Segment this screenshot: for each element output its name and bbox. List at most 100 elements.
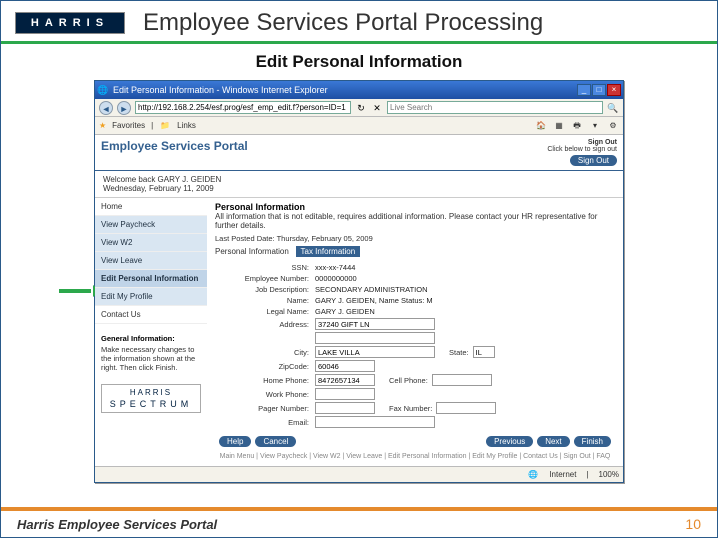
stop-icon[interactable]: ✕ (371, 102, 383, 114)
sidebar-item-w2[interactable]: View W2 (95, 234, 207, 252)
ie-window: 🌐 Edit Personal Information - Windows In… (94, 80, 624, 483)
sidebar-item-contact[interactable]: Contact Us (95, 306, 207, 324)
search-input[interactable] (387, 101, 603, 114)
slide-subtitle: Edit Personal Information (1, 52, 717, 72)
tab-tax-info[interactable]: Tax Information (296, 246, 361, 257)
sidebar: Home View Paycheck View W2 View Leave Ed… (95, 198, 207, 466)
signout-box: Sign Out Click below to sign out Sign Ou… (547, 139, 617, 166)
previous-button[interactable]: Previous (486, 436, 533, 447)
sidebar-item-home[interactable]: Home (95, 198, 207, 216)
value-name: GARY J. GEIDEN, Name Status: M (315, 296, 433, 305)
last-posted-value: Thursday, February 05, 2009 (277, 234, 373, 243)
slide-footer: Harris Employee Services Portal 10 (1, 507, 717, 537)
url-input[interactable] (135, 101, 351, 114)
harris-logo: HARRIS (15, 12, 125, 34)
feeds-icon[interactable]: ▦ (553, 120, 565, 132)
finish-button[interactable]: Finish (574, 436, 611, 447)
welcome-name: Welcome back GARY J. GEIDEN (103, 175, 615, 184)
label-legal-name: Legal Name: (215, 307, 315, 316)
value-legal-name: GARY J. GEIDEN (315, 307, 375, 316)
sidebar-item-edit-personal[interactable]: Edit Personal Information (95, 270, 207, 288)
label-city: City: (215, 348, 315, 357)
general-info-body: Make necessary changes to the informatio… (101, 345, 195, 372)
close-button[interactable]: × (607, 84, 621, 96)
slide-header: HARRIS Employee Services Portal Processi… (1, 1, 717, 44)
sidebar-item-edit-profile[interactable]: Edit My Profile (95, 288, 207, 306)
print-icon[interactable]: 🖶 (571, 120, 583, 132)
spectrum-logo: HARRIS SPECTRUM (101, 384, 201, 413)
input-cell-phone[interactable] (432, 374, 492, 386)
sidebar-item-paycheck[interactable]: View Paycheck (95, 216, 207, 234)
value-emp-num: 0000000000 (315, 274, 357, 283)
portal-title: Employee Services Portal (101, 139, 248, 153)
label-work-phone: Work Phone: (215, 390, 315, 399)
input-pager[interactable] (315, 402, 375, 414)
label-name: Name: (215, 296, 315, 305)
ie-toolbar: ★ Favorites | 📁 Links 🏠 ▦ 🖶 ▾ ⚙ (95, 117, 623, 135)
internet-zone-icon: 🌐 (527, 469, 539, 481)
label-ssn: SSN: (215, 263, 315, 272)
sidebar-item-leave[interactable]: View Leave (95, 252, 207, 270)
page-menu-icon[interactable]: ▾ (589, 120, 601, 132)
ie-content: Employee Services Portal Sign Out Click … (95, 135, 623, 466)
last-posted-label: Last Posted Date: (215, 234, 275, 243)
value-job-desc: SECONDARY ADMINISTRATION (315, 285, 428, 294)
input-email[interactable] (315, 416, 435, 428)
slide-title: Employee Services Portal Processing (143, 9, 543, 37)
input-home-phone[interactable] (315, 374, 375, 386)
home-icon[interactable]: 🏠 (535, 120, 547, 132)
signout-hint: Click below to sign out (547, 146, 617, 153)
input-work-phone[interactable] (315, 388, 375, 400)
maximize-button[interactable]: □ (592, 84, 606, 96)
label-email: Email: (215, 418, 315, 427)
refresh-icon[interactable]: ↻ (355, 102, 367, 114)
welcome-block: Welcome back GARY J. GEIDEN Wednesday, F… (95, 171, 623, 198)
input-city[interactable] (315, 346, 435, 358)
ie-status-bar: 🌐 Internet | 100% (95, 466, 623, 482)
main-content: Personal Information All information tha… (207, 198, 623, 466)
input-state[interactable] (473, 346, 495, 358)
slide-page-number: 10 (685, 516, 701, 532)
favorites-label[interactable]: Favorites (112, 121, 145, 130)
back-button[interactable]: ◄ (99, 101, 113, 115)
last-posted: Last Posted Date: Thursday, February 05,… (215, 234, 615, 243)
cancel-button[interactable]: Cancel (255, 436, 296, 447)
ie-icon: 🌐 (97, 84, 109, 96)
portal-header: Employee Services Portal Sign Out Click … (95, 135, 623, 171)
input-fax[interactable] (436, 402, 496, 414)
input-zip[interactable] (315, 360, 375, 372)
forward-button[interactable]: ► (117, 101, 131, 115)
section-description: All information that is not editable, re… (215, 212, 615, 230)
ie-titlebar[interactable]: 🌐 Edit Personal Information - Windows In… (95, 81, 623, 99)
label-cell-phone: Cell Phone: (389, 376, 428, 385)
label-zip: ZipCode: (215, 362, 315, 371)
slide-footer-title: Harris Employee Services Portal (17, 517, 217, 532)
links-label[interactable]: Links (177, 121, 196, 130)
label-state: State: (449, 348, 469, 357)
button-row: Help Cancel Previous Next Finish (215, 436, 615, 447)
portal-footer-links[interactable]: Main Menu | View Paycheck | View W2 | Vi… (215, 447, 615, 462)
signout-button[interactable]: Sign Out (570, 155, 617, 166)
label-job-desc: Job Description: (215, 285, 315, 294)
tools-menu-icon[interactable]: ⚙ (607, 120, 619, 132)
help-button[interactable]: Help (219, 436, 251, 447)
tab-personal-info[interactable]: Personal Information (215, 247, 289, 256)
spectrum-logo-bottom: SPECTRUM (106, 399, 196, 409)
label-pager: Pager Number: (215, 404, 315, 413)
status-zone: Internet (549, 470, 576, 479)
links-folder-icon[interactable]: 📁 (159, 120, 171, 132)
favorites-star-icon[interactable]: ★ (99, 121, 106, 130)
input-address-2[interactable] (315, 332, 435, 344)
status-zoom[interactable]: 100% (599, 470, 619, 479)
ie-window-title: Edit Personal Information - Windows Inte… (113, 85, 328, 95)
general-info-block: General Information: Make necessary chan… (95, 330, 207, 376)
next-button[interactable]: Next (537, 436, 569, 447)
spectrum-logo-top: HARRIS (130, 388, 172, 397)
input-address[interactable] (315, 318, 435, 330)
tab-row: Personal Information Tax Information (215, 246, 615, 257)
label-address: Address: (215, 320, 315, 329)
label-home-phone: Home Phone: (215, 376, 315, 385)
search-icon[interactable]: 🔍 (607, 102, 619, 114)
signout-title: Sign Out (547, 139, 617, 146)
minimize-button[interactable]: _ (577, 84, 591, 96)
